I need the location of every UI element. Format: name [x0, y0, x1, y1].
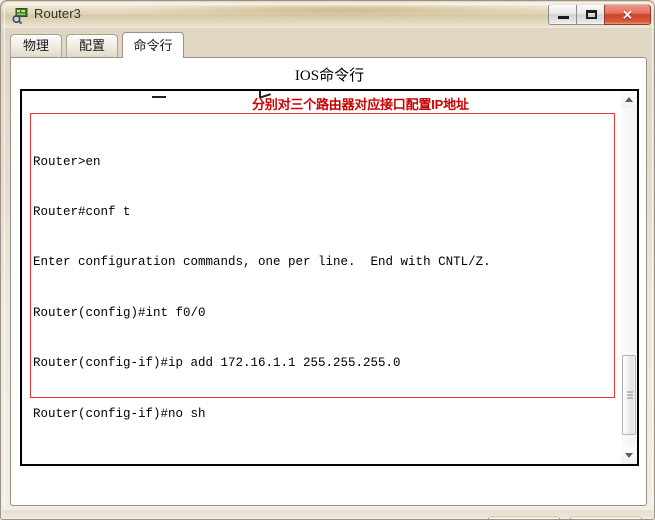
scroll-up-arrow-icon[interactable]	[621, 91, 637, 108]
scrollbar-thumb[interactable]	[622, 355, 636, 435]
terminal-line: Router(config-if)#ip add 172.16.1.1 255.…	[33, 356, 401, 371]
terminal-line: Router(config-if)#no sh	[33, 406, 206, 421]
annotation-text: 分别对三个路由器对应接口配置IP地址	[252, 97, 469, 112]
tab-cli[interactable]: 命令行	[122, 32, 184, 58]
terminal-container[interactable]: 分别对三个路由器对应接口配置IP地址 Router>en Router#conf…	[20, 89, 639, 466]
scrollbar-grip-icon	[627, 391, 633, 399]
window-title-bar[interactable]: Router3 ✕	[2, 2, 654, 28]
minimize-button[interactable]	[548, 4, 577, 25]
caption-button-group: ✕	[548, 4, 651, 25]
close-button[interactable]: ✕	[604, 4, 651, 25]
terminal-line: Router>en	[33, 154, 101, 169]
cli-panel: IOS命令行 分别对三个路由器对应接口配置IP地址 Router>en Rout…	[10, 57, 647, 519]
minimize-icon	[558, 16, 569, 19]
close-icon: ✕	[622, 7, 633, 22]
maximize-icon	[586, 10, 597, 19]
terminal-vertical-scrollbar[interactable]	[620, 91, 637, 464]
router-device-icon	[12, 7, 29, 25]
window-title-text: Router3	[34, 6, 81, 21]
terminal-line: Router#conf t	[33, 204, 131, 219]
panel-heading: IOS命令行	[294, 68, 365, 84]
window-bottom-strip	[2, 510, 654, 518]
maximize-button[interactable]	[576, 4, 605, 25]
terminal-output: Router>en Router#conf t Enter configurat…	[33, 120, 621, 464]
router-cli-window: Router3 ✕ 物理 配置 命令行 IOS命令行 分别对三个路由器对应接口配…	[0, 0, 655, 520]
application-root: Router3 ✕ 物理 配置 命令行 IOS命令行 分别对三个路由器对应接口配…	[0, 0, 655, 520]
terminal-scroll-pane[interactable]: 分别对三个路由器对应接口配置IP地址 Router>en Router#conf…	[22, 91, 621, 464]
terminal-line: Enter configuration commands, one per li…	[33, 255, 491, 270]
title-bar-highlight	[132, 4, 552, 16]
tab-strip: 物理 配置 命令行	[10, 32, 647, 58]
terminal-line: Router(config)#int f0/0	[33, 305, 206, 320]
tab-physical[interactable]: 物理	[10, 34, 62, 58]
tab-config[interactable]: 配置	[66, 34, 118, 58]
scroll-down-arrow-icon[interactable]	[621, 447, 637, 464]
annotation-row: 分别对三个路由器对应接口配置IP地址	[22, 91, 621, 117]
